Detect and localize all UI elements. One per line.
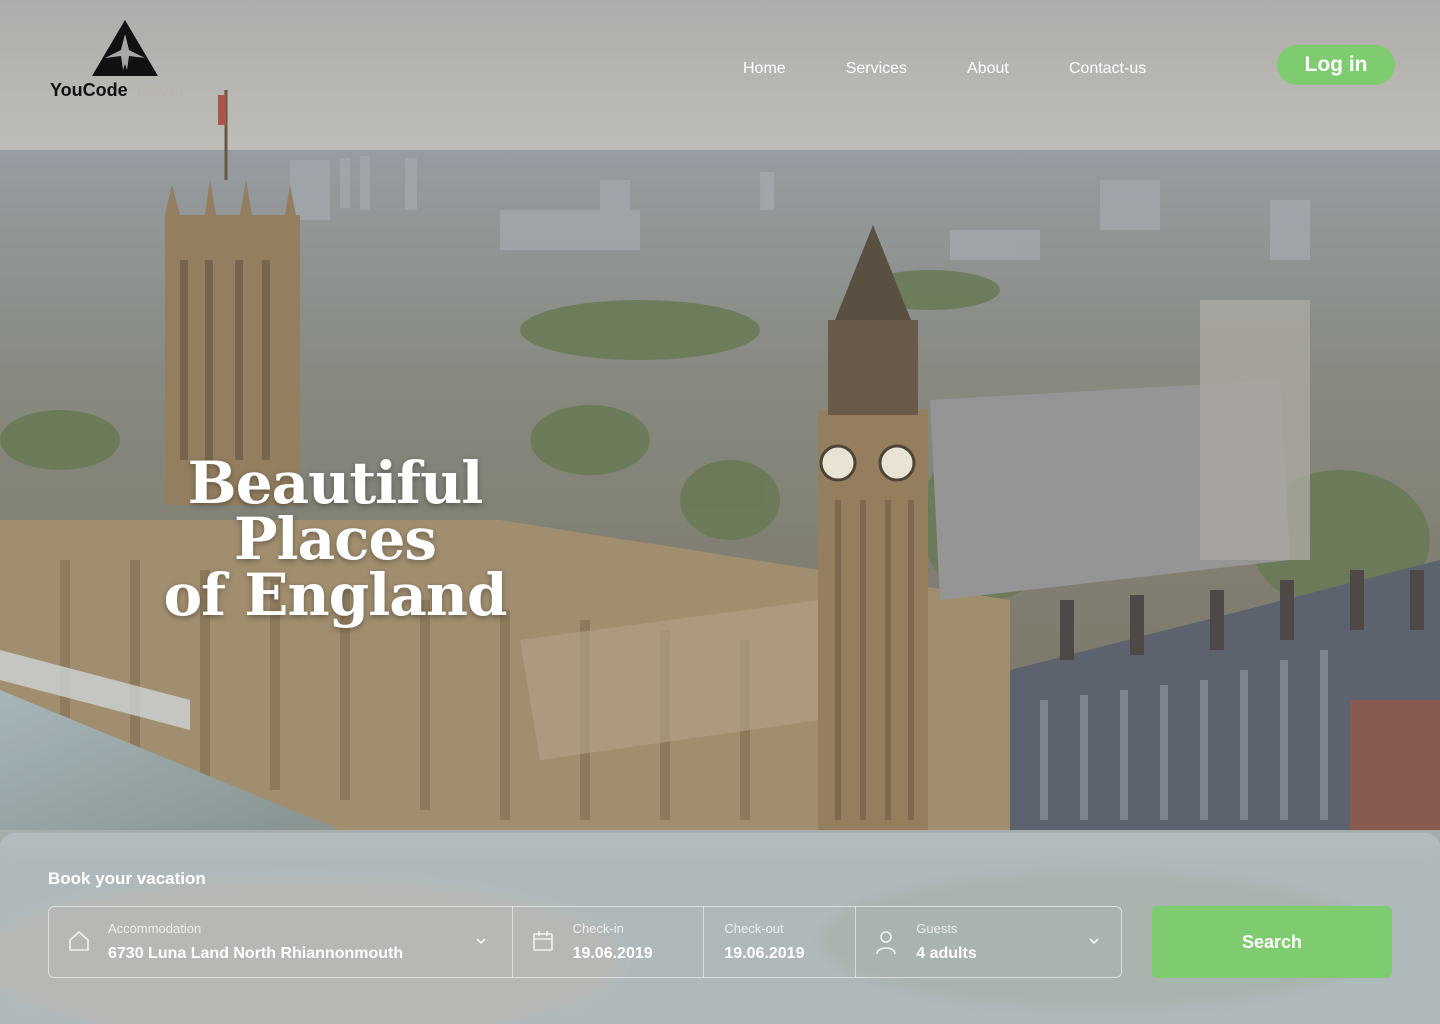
- calendar-icon: [532, 931, 553, 951]
- nav-contact-us[interactable]: Contact-us: [1069, 60, 1146, 78]
- brand-name: YouCode Travel: [50, 80, 183, 101]
- accommodation-label: Accommodation: [108, 921, 202, 936]
- accommodation-value: 6730 Luna Land North Rhiannonmouth: [108, 945, 404, 962]
- user-icon: [876, 931, 897, 955]
- nav-about[interactable]: About: [967, 60, 1009, 78]
- checkout-field[interactable]: Check-out 19.06.2019: [704, 907, 857, 977]
- guests-label: Guests: [916, 921, 958, 936]
- accommodation-field[interactable]: Accommodation 6730 Luna Land North Rhian…: [49, 907, 513, 977]
- search-button[interactable]: Search: [1152, 906, 1392, 978]
- brand-logo[interactable]: YouCode Travel: [50, 18, 200, 108]
- booking-panel: Book your vacation Accommodation 6730 Lu…: [0, 833, 1440, 1024]
- nav-home[interactable]: Home: [743, 60, 786, 78]
- nav-services[interactable]: Services: [846, 60, 907, 78]
- checkin-field[interactable]: Check-in 19.06.2019: [513, 907, 705, 977]
- booking-title: Book your vacation: [48, 869, 206, 888]
- home-icon: [69, 930, 89, 951]
- brand-name-primary: YouCode: [50, 80, 128, 100]
- hero-headline-line2: of England: [163, 561, 507, 629]
- hero-headline-line1: Beautiful Places: [187, 449, 484, 573]
- login-button[interactable]: Log in: [1277, 45, 1395, 85]
- chevron-down-icon[interactable]: [1088, 935, 1100, 947]
- top-navigation-bar: YouCode Travel Home Services About Contac…: [0, 0, 1440, 150]
- airplane-triangle-icon: [92, 20, 158, 76]
- guests-value: 4 adults: [916, 945, 977, 962]
- checkin-label: Check-in: [572, 921, 624, 936]
- hero-headline: Beautiful Places of England: [90, 449, 580, 629]
- chevron-down-icon[interactable]: [475, 935, 487, 947]
- checkout-value: 19.06.2019: [724, 945, 805, 962]
- checkin-value: 19.06.2019: [572, 945, 653, 962]
- guests-field[interactable]: Guests 4 adults: [856, 907, 1121, 977]
- booking-fields: Accommodation 6730 Luna Land North Rhian…: [48, 906, 1122, 978]
- checkout-label: Check-out: [724, 921, 784, 936]
- main-nav: Home Services About Contact-us: [743, 60, 1146, 78]
- brand-name-secondary: Travel: [133, 80, 184, 100]
